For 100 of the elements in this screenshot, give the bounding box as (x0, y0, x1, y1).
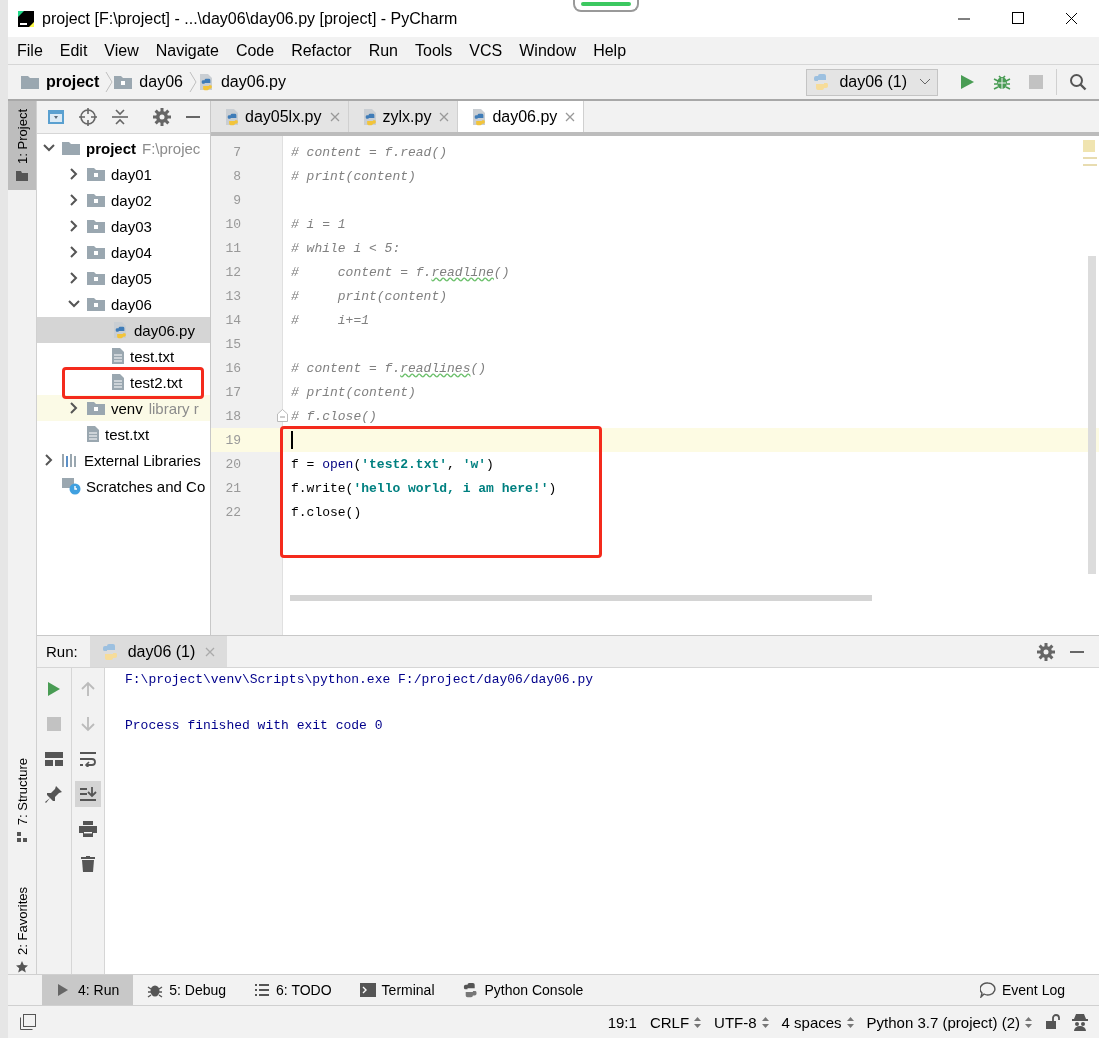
editor-tab[interactable]: zylx.py (348, 101, 459, 132)
line-number: 12 (224, 264, 241, 280)
menu-item[interactable]: View (95, 41, 147, 60)
tree-item[interactable]: day05 (37, 265, 210, 291)
code-line: # i+=1 (291, 312, 369, 328)
menu-item[interactable]: Window (510, 41, 585, 60)
vertical-scrollbar[interactable] (1088, 256, 1096, 574)
tree-item-label: Scratches and Co (86, 477, 206, 495)
rerun-icon[interactable] (47, 681, 61, 698)
trash-icon[interactable] (81, 856, 95, 873)
run-configuration-dropdown[interactable]: day06 (1) (806, 68, 938, 96)
code-line: # f.close() (291, 408, 377, 424)
code-line: # i = 1 (291, 216, 346, 232)
print-icon[interactable] (79, 821, 97, 838)
line-number: 21 (224, 480, 241, 496)
list-icon (254, 982, 271, 998)
run-icon[interactable] (959, 74, 975, 90)
event-log-button[interactable]: Event Log (979, 982, 1065, 998)
menu-item[interactable]: Code (226, 41, 283, 60)
tree-item-label: day01 (111, 165, 152, 183)
menu-item[interactable]: Navigate (146, 41, 227, 60)
status-dropdown[interactable]: 4 spaces (781, 1013, 854, 1031)
tree-item[interactable]: day06 (37, 291, 210, 317)
tree-item-label: day03 (111, 217, 152, 235)
menu-item[interactable]: File (8, 41, 51, 60)
status-dropdown[interactable]: CRLF (649, 1013, 702, 1031)
tree-item-hint: F:\projec (142, 139, 201, 157)
editor-tab[interactable]: day05lx.py (211, 101, 349, 132)
code-line: # print(content) (291, 384, 416, 400)
side-tab[interactable]: 2: Favorites (8, 879, 36, 982)
warning-stripe-icon (1083, 157, 1097, 159)
breadcrumb[interactable]: day06 (113, 73, 183, 91)
structure-icon (16, 831, 28, 844)
menu-item[interactable]: Tools (406, 41, 461, 60)
status-dropdown[interactable]: Python 3.7 (project) (2) (866, 1013, 1032, 1031)
app-logo-icon (18, 10, 34, 27)
menu-item[interactable]: Run (359, 41, 406, 60)
pin-icon[interactable] (45, 785, 63, 804)
tree-item[interactable]: test2.txt (37, 369, 210, 395)
text-file-icon (86, 425, 100, 443)
code-line: # content = f.read() (291, 144, 448, 160)
status-dropdown[interactable]: UTF-8 (714, 1013, 769, 1031)
inspector-icon[interactable] (1071, 1013, 1089, 1031)
tool-window-button[interactable]: 5: Debug (133, 975, 241, 1005)
breadcrumb[interactable]: day06.py (196, 73, 286, 91)
tool-window-button[interactable]: 6: TODO (240, 975, 346, 1005)
code-line: # content = f.readlines() (291, 360, 487, 376)
menu-item[interactable]: Refactor (282, 41, 360, 60)
line-number: 15 (224, 336, 241, 352)
folder-icon (86, 192, 106, 208)
up-down-arrows-icon (694, 1016, 702, 1028)
breadcrumb-separator-icon (105, 71, 114, 93)
tree-item[interactable]: day02 (37, 187, 210, 213)
tree-item[interactable]: day06.py (37, 317, 210, 343)
tree-item[interactable]: test.txt (37, 343, 210, 369)
fold-marker-icon[interactable] (277, 409, 288, 422)
menu-item[interactable]: Edit (50, 41, 96, 60)
tree-item[interactable]: day01 (37, 161, 210, 187)
settings-icon[interactable] (153, 108, 171, 126)
star-icon (16, 961, 28, 974)
tree-item-label: day06 (111, 295, 152, 313)
menu-item[interactable]: Help (584, 41, 635, 60)
tree-item[interactable]: Scratches and Co (37, 473, 210, 499)
folder-icon (16, 169, 28, 182)
side-tab[interactable]: 1: Project (8, 101, 36, 190)
tree-item-label: test2.txt (130, 373, 183, 391)
tool-window-button[interactable]: Python Console (448, 975, 598, 1005)
menu-item[interactable]: VCS (460, 41, 511, 60)
debug-bug-icon[interactable] (993, 73, 1011, 91)
tree-item[interactable]: day04 (37, 239, 210, 265)
run-tab[interactable]: day06 (1) (89, 636, 228, 668)
tool-window-button[interactable]: 4: Run (42, 975, 134, 1005)
search-icon[interactable] (1069, 73, 1087, 91)
tree-item[interactable]: External Libraries (37, 447, 210, 473)
side-tab[interactable]: 7: Structure (8, 749, 36, 852)
folder-icon (61, 140, 81, 156)
horizontal-scrollbar[interactable] (290, 595, 872, 602)
code-line: # print(content) (291, 168, 416, 184)
tool-windows-toggle-icon[interactable] (20, 1014, 36, 1030)
panel-view-icon[interactable] (47, 109, 65, 125)
line-number: 10 (224, 216, 241, 232)
tree-item[interactable]: venv library r (37, 395, 210, 421)
tree-item[interactable]: test.txt (37, 421, 210, 447)
lock-icon[interactable] (1045, 1014, 1061, 1030)
line-number: 19 (224, 432, 241, 448)
editor-tab[interactable]: day06.py (458, 101, 585, 132)
tool-window-button[interactable]: Terminal (345, 975, 449, 1005)
scroll-to-end-icon[interactable] (79, 786, 97, 803)
folder-icon (86, 244, 106, 260)
tree-item-label: day05 (111, 269, 152, 287)
folder-icon (86, 166, 106, 182)
folder-icon (86, 270, 106, 286)
soft-wrap-icon[interactable] (79, 751, 97, 768)
settings-icon[interactable] (1037, 642, 1055, 661)
tree-item[interactable]: day03 (37, 213, 210, 239)
breadcrumb[interactable]: project (20, 73, 100, 91)
tree-item[interactable]: project F:\projec (37, 135, 210, 161)
locate-icon[interactable] (79, 108, 97, 126)
collapse-all-icon[interactable] (111, 109, 129, 125)
layout-icon[interactable] (45, 752, 63, 767)
